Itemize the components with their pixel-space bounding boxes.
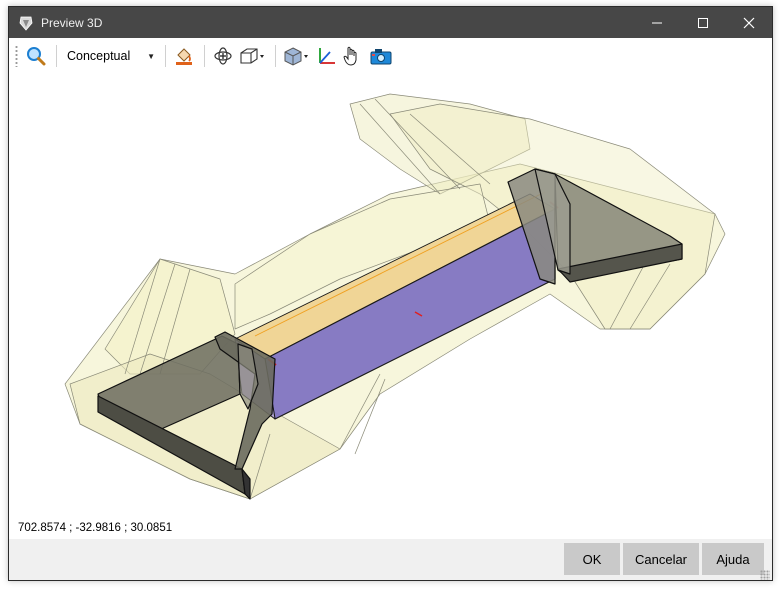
orbit-button[interactable]: [211, 44, 235, 68]
window-title: Preview 3D: [41, 15, 103, 30]
shading-icon: [284, 47, 308, 66]
dialog-button-bar: OK Cancelar Ajuda: [9, 539, 772, 580]
app-icon: [18, 15, 34, 31]
maximize-icon: [698, 17, 708, 28]
cancel-button[interactable]: Cancelar: [623, 543, 699, 575]
chevron-down-icon: ▼: [147, 51, 155, 61]
shading-button[interactable]: [282, 44, 312, 68]
toolbar-separator: [204, 45, 205, 67]
cursor-coordinates: 702.8574 ; -32.9816 ; 30.0851: [18, 522, 173, 534]
bridge-model[interactable]: [10, 74, 772, 514]
maximize-button[interactable]: [680, 7, 726, 38]
toolbar-separator: [56, 45, 57, 67]
axes-icon: [319, 48, 335, 64]
zoom-button[interactable]: [24, 44, 48, 68]
help-button[interactable]: Ajuda: [702, 543, 764, 575]
preview-3d-window: Preview 3D Conceptual ▼ 702.8574 ; -32.9…: [8, 6, 773, 581]
view-cube-button[interactable]: [237, 44, 267, 68]
3d-viewport[interactable]: 702.8574 ; -32.9816 ; 30.0851: [10, 74, 772, 539]
title-bar[interactable]: Preview 3D: [9, 7, 772, 38]
minimize-button[interactable]: [634, 7, 680, 38]
paint-bucket-button[interactable]: [172, 44, 196, 68]
paint-bucket-icon: [176, 48, 192, 65]
render-mode-select[interactable]: Conceptual ▼: [63, 45, 159, 67]
axes-button[interactable]: [314, 44, 338, 68]
toolbar-grip[interactable]: [15, 45, 18, 67]
close-icon: [743, 17, 755, 28]
camera-button[interactable]: [366, 44, 396, 68]
view-cube-icon: [240, 48, 264, 64]
zoom-icon: [27, 47, 46, 66]
orbit-icon: [214, 47, 232, 65]
close-button[interactable]: [726, 7, 772, 38]
render-mode-value: Conceptual: [67, 49, 131, 63]
toolbar-separator: [275, 45, 276, 67]
camera-icon: [370, 49, 392, 65]
minimize-icon: [652, 22, 662, 23]
pan-hand-icon: [343, 46, 357, 66]
toolbar-separator: [165, 45, 166, 67]
toolbar: Conceptual ▼: [9, 38, 772, 74]
ok-button[interactable]: OK: [564, 543, 620, 575]
resize-grip[interactable]: [760, 570, 770, 580]
pan-button[interactable]: [340, 44, 364, 68]
